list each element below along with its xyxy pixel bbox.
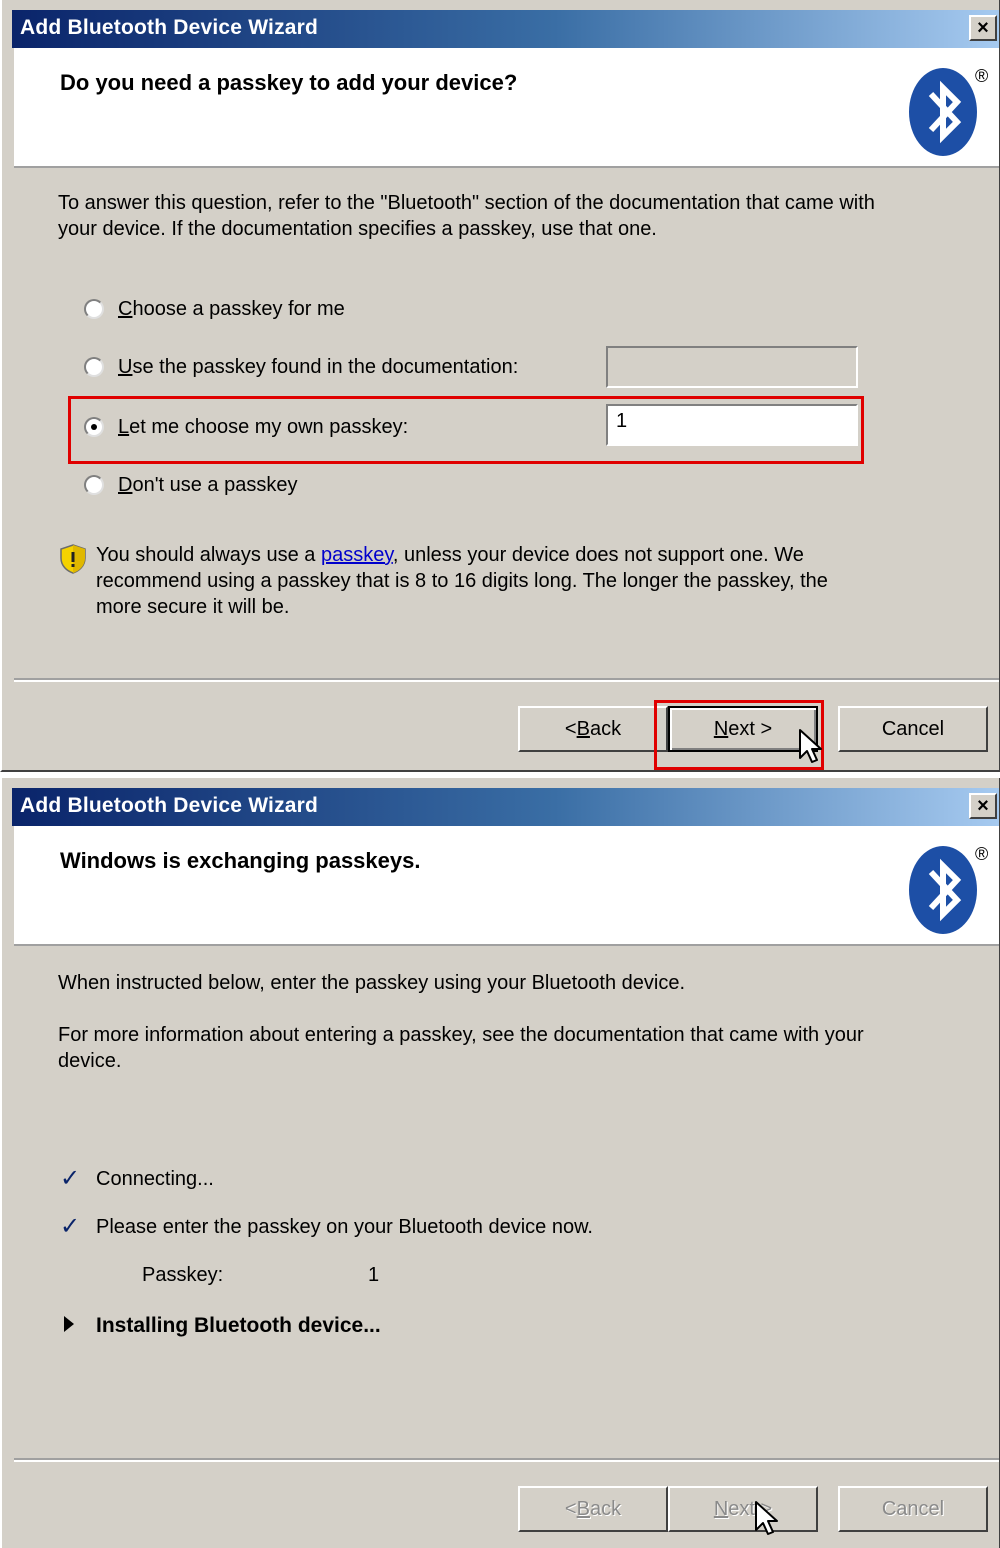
passkey-value: 1 bbox=[368, 1264, 380, 1286]
instruction-text: When instructed below, enter the passkey… bbox=[58, 972, 686, 994]
status-connecting: Connecting... bbox=[96, 1168, 214, 1190]
svg-text:®: ® bbox=[975, 66, 988, 86]
footer-divider bbox=[14, 678, 999, 682]
passkey-advice-text: You should always use a passkey, unless … bbox=[96, 544, 828, 618]
status-enter-passkey: Please enter the passkey on your Bluetoo… bbox=[96, 1216, 593, 1238]
passkey-label: Passkey: bbox=[142, 1264, 224, 1286]
radio-label: Don't use a passkey bbox=[118, 473, 298, 496]
wizard-header: Windows is exchanging passkeys. ® bbox=[14, 826, 999, 946]
bluetooth-logo-icon: ® bbox=[909, 66, 988, 156]
shield-warning-icon bbox=[60, 544, 86, 574]
wizard-header: Do you need a passkey to add your device… bbox=[14, 48, 999, 168]
page-title: Windows is exchanging passkeys. bbox=[60, 848, 421, 873]
radio-use-documentation[interactable]: Use the passkey found in the documentati… bbox=[84, 352, 518, 382]
checkmark-icon: ✓ bbox=[60, 1213, 81, 1240]
documentation-note: For more information about entering a pa… bbox=[58, 1024, 864, 1072]
bluetooth-logo-icon: ® bbox=[909, 844, 988, 934]
intro-text: To answer this question, refer to the "B… bbox=[58, 190, 958, 242]
radio-button[interactable] bbox=[84, 357, 104, 377]
title-bar[interactable]: Add Bluetooth Device Wizard × bbox=[12, 10, 999, 48]
radio-button[interactable] bbox=[84, 299, 104, 319]
close-icon[interactable]: × bbox=[969, 793, 997, 819]
exchanging-passkeys-window: Add Bluetooth Device Wizard × Windows is… bbox=[0, 778, 1000, 1548]
highlight-box bbox=[68, 396, 864, 464]
status-installing: Installing Bluetooth device... bbox=[96, 1314, 381, 1337]
radio-choose-for-me[interactable]: Choose a passkey for me bbox=[84, 294, 345, 324]
footer-divider bbox=[14, 1458, 999, 1462]
svg-text:®: ® bbox=[975, 844, 988, 864]
radio-label: Use the passkey found in the documentati… bbox=[118, 355, 519, 378]
cancel-button[interactable]: Cancel bbox=[838, 706, 988, 752]
documentation-passkey-input[interactable] bbox=[606, 346, 858, 388]
mouse-cursor-icon bbox=[799, 729, 822, 763]
next-button[interactable]: Next > bbox=[668, 1486, 818, 1532]
window-title: Add Bluetooth Device Wizard bbox=[20, 794, 319, 817]
radio-button[interactable] bbox=[84, 475, 104, 495]
passkey-link[interactable]: passkey bbox=[321, 544, 393, 566]
checkmark-icon: ✓ bbox=[60, 1165, 81, 1192]
title-bar[interactable]: Add Bluetooth Device Wizard × bbox=[12, 788, 999, 826]
cancel-button[interactable]: Cancel bbox=[838, 1486, 988, 1532]
radio-no-passkey[interactable]: Don't use a passkey bbox=[84, 470, 297, 500]
page-title: Do you need a passkey to add your device… bbox=[60, 70, 518, 95]
back-button[interactable]: < Back bbox=[518, 1486, 668, 1532]
intro-line-2: your device. If the documentation specif… bbox=[58, 218, 657, 240]
passkey-wizard-window: Add Bluetooth Device Wizard × Do you nee… bbox=[0, 0, 1000, 772]
intro-line-1: To answer this question, refer to the "B… bbox=[58, 192, 875, 214]
back-button[interactable]: < Back bbox=[518, 706, 668, 752]
close-icon[interactable]: × bbox=[969, 15, 997, 41]
radio-label: Choose a passkey for me bbox=[118, 297, 345, 320]
mouse-cursor-icon bbox=[755, 1501, 778, 1535]
right-triangle-icon bbox=[64, 1316, 74, 1332]
window-title: Add Bluetooth Device Wizard bbox=[20, 16, 319, 39]
